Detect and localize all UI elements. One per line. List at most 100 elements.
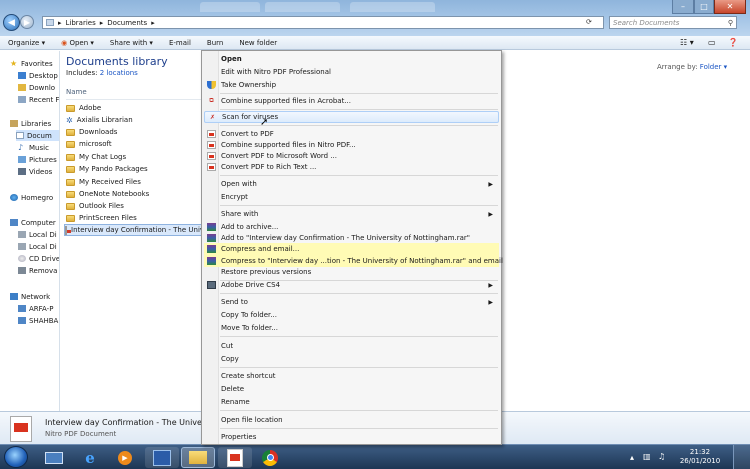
tray-up-arrow-icon[interactable]: ▴: [630, 453, 634, 462]
menu-item-open-file-location[interactable]: Open file location: [204, 414, 499, 426]
menu-item-scan-viruses[interactable]: ✗ Scan for viruses: [204, 111, 499, 123]
list-item-selected[interactable]: Interview day Confirmation - The Univer: [64, 224, 210, 236]
close-button[interactable]: ✕: [714, 0, 746, 14]
menu-item-copy[interactable]: Copy: [204, 353, 499, 365]
show-desktop-button[interactable]: [733, 445, 750, 469]
help-icon[interactable]: ❓: [728, 38, 738, 47]
menu-label: Scan for viruses: [222, 113, 279, 121]
list-item[interactable]: microsoft: [66, 138, 112, 150]
list-item[interactable]: PrintScreen Files: [66, 212, 137, 224]
nav-network-label: Network: [21, 292, 51, 301]
menu-item-open-with[interactable]: Open with ▶: [204, 178, 499, 190]
menu-item-convert-rtf[interactable]: Convert PDF to Rich Text ...: [204, 161, 499, 173]
list-item[interactable]: Downloads: [66, 126, 117, 138]
email-button[interactable]: E-mail: [161, 39, 199, 47]
nav-pictures[interactable]: Pictures: [18, 154, 57, 165]
list-item[interactable]: Adobe: [66, 102, 101, 114]
menu-item-share-with[interactable]: Share with ▶: [204, 208, 499, 220]
includes-locations-link[interactable]: 2 locations: [100, 69, 138, 77]
nav-favorites[interactable]: ★ Favorites: [10, 58, 53, 69]
chevron-right-icon[interactable]: ▸: [151, 19, 155, 27]
list-item[interactable]: My Pando Packages: [66, 163, 148, 175]
nav-downloads[interactable]: Downlo: [18, 82, 55, 93]
list-item[interactable]: Outlook Files: [66, 200, 124, 212]
network-tray-icon[interactable]: ▥: [643, 452, 651, 461]
menu-item-cut[interactable]: Cut: [204, 340, 499, 352]
menu-item-rename[interactable]: Rename: [204, 396, 499, 408]
address-bar[interactable]: ▸ Libraries ▸ Documents ▸: [42, 16, 604, 29]
menu-item-move-to-folder[interactable]: Move To folder...: [204, 322, 499, 334]
background-window-title: [265, 2, 340, 12]
taskbar-nitro-pdf-icon[interactable]: [218, 447, 252, 468]
open-button[interactable]: ◉ Open ▾: [53, 39, 102, 47]
breadcrumb-documents[interactable]: Documents: [107, 19, 147, 27]
menu-item-create-shortcut[interactable]: Create shortcut: [204, 370, 499, 382]
nav-homegroup[interactable]: Homegro: [10, 192, 53, 203]
menu-item-take-ownership[interactable]: Take Ownership: [204, 79, 499, 91]
taskbar-ie-icon[interactable]: e: [73, 447, 107, 468]
nav-music[interactable]: ♪ Music: [18, 142, 49, 153]
menu-item-encrypt[interactable]: Encrypt: [204, 191, 499, 203]
list-item[interactable]: My Received Files: [66, 176, 141, 188]
search-input[interactable]: Search Documents ⚲: [609, 16, 737, 29]
acrobat-icon: ⧉: [209, 97, 214, 104]
nav-libraries[interactable]: Libraries: [10, 118, 51, 129]
share-with-button[interactable]: Share with ▾: [102, 39, 161, 47]
list-item[interactable]: My Chat Logs: [66, 151, 126, 163]
search-icon[interactable]: ⚲: [728, 19, 733, 27]
taskbar-media-player-icon[interactable]: ▶: [108, 447, 142, 468]
new-folder-button[interactable]: New folder: [231, 39, 285, 47]
nav-local-disk-c[interactable]: Local Di: [18, 229, 57, 240]
refresh-icon[interactable]: ⟳: [586, 18, 592, 26]
menu-item-combine-acrobat[interactable]: ⧉ Combine supported files in Acrobat...: [204, 95, 499, 107]
taskbar-explorer-icon[interactable]: [37, 447, 71, 468]
menu-item-send-to[interactable]: Send to ▶: [204, 296, 499, 308]
menu-item-open[interactable]: Open: [204, 53, 499, 65]
maximize-button[interactable]: □: [694, 0, 714, 14]
menu-item-adobe-drive[interactable]: Adobe Drive CS4 ▶: [204, 279, 499, 291]
chevron-down-icon[interactable]: ▾: [724, 63, 728, 71]
folder-icon: [66, 153, 75, 161]
nav-network-pc1[interactable]: ARFA-P: [18, 303, 53, 314]
taskbar-chrome-icon[interactable]: [253, 447, 287, 468]
breadcrumb-libraries[interactable]: Libraries: [66, 19, 96, 27]
column-header-name[interactable]: Name: [66, 88, 87, 96]
shield-icon: [207, 81, 216, 89]
taskbar-folder-icon[interactable]: [181, 447, 215, 468]
forward-button[interactable]: ▶: [20, 15, 34, 29]
menu-item-copy-to-folder[interactable]: Copy To folder...: [204, 309, 499, 321]
nav-documents[interactable]: Docum: [16, 130, 59, 141]
minimize-button[interactable]: –: [672, 0, 694, 14]
volume-tray-icon[interactable]: ♫: [658, 452, 665, 461]
chevron-right-icon[interactable]: ▸: [100, 19, 104, 27]
view-options-icon[interactable]: ☷ ▾: [680, 38, 694, 47]
arrange-dropdown[interactable]: Folder: [700, 63, 722, 71]
nav-network-pc2[interactable]: SHAHBA: [18, 315, 58, 326]
nav-recent-places[interactable]: Recent F: [18, 94, 59, 105]
nav-removable[interactable]: Remova: [18, 265, 57, 276]
organize-button[interactable]: Organize ▾: [0, 39, 53, 47]
nav-cd-drive[interactable]: CD Drive: [18, 253, 59, 264]
clock[interactable]: 21:32 26/01/2010: [675, 448, 725, 466]
pdf-icon: [207, 152, 216, 160]
burn-button[interactable]: Burn: [199, 39, 231, 47]
winrar-icon: [207, 234, 216, 242]
chevron-right-icon[interactable]: ▸: [58, 19, 62, 27]
menu-item-properties[interactable]: Properties: [204, 431, 499, 443]
menu-item-restore-versions[interactable]: Restore previous versions: [204, 266, 499, 278]
nav-videos[interactable]: Videos: [18, 166, 52, 177]
nav-local-disk-d[interactable]: Local Di: [18, 241, 57, 252]
menu-item-compress-email[interactable]: Compress and email...: [204, 243, 499, 255]
nav-network[interactable]: Network: [10, 291, 50, 302]
back-button[interactable]: ◀: [3, 14, 20, 31]
menu-item-edit-nitro[interactable]: Edit with Nitro PDF Professional: [204, 66, 499, 78]
taskbar-app-icon[interactable]: [145, 447, 179, 468]
start-button[interactable]: [4, 446, 28, 468]
list-item[interactable]: ✲ Axialis Librarian: [66, 114, 133, 126]
menu-separator: [220, 336, 498, 337]
nav-computer[interactable]: Computer: [10, 217, 56, 228]
preview-pane-icon[interactable]: ▭: [708, 38, 716, 47]
menu-item-delete[interactable]: Delete: [204, 383, 499, 395]
nav-desktop[interactable]: Desktop: [18, 70, 58, 81]
list-item[interactable]: OneNote Notebooks: [66, 188, 149, 200]
